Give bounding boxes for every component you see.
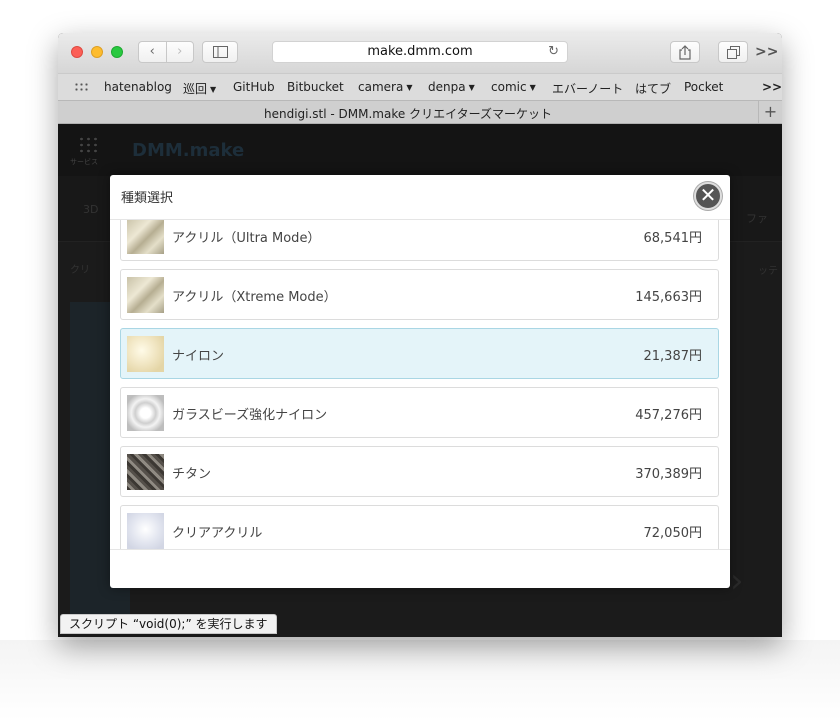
bookmark-comic[interactable]: comic ▼ bbox=[491, 80, 536, 94]
glass-bead-nylon-thumbnail bbox=[127, 395, 164, 431]
top-sites-grid-icon[interactable] bbox=[74, 82, 88, 92]
material-price: 370,389円 bbox=[635, 467, 702, 482]
bookmark-github[interactable]: GitHub bbox=[233, 80, 275, 94]
material-price: 21,387円 bbox=[643, 349, 703, 364]
material-select-modal: 種類選択 ✕ アクリル（Ultra Mode） 68,541円 アクリル（Xtr… bbox=[110, 175, 730, 588]
share-button[interactable] bbox=[670, 41, 700, 63]
new-tab-button[interactable]: + bbox=[758, 101, 782, 123]
bookmark-bitbucket[interactable]: Bitbucket bbox=[287, 80, 344, 94]
site-logo: DMM.make bbox=[132, 140, 245, 161]
browser-toolbar: ‹ › make.dmm.com ↻ >> bbox=[58, 33, 782, 73]
material-price: 145,663円 bbox=[635, 290, 702, 305]
material-row[interactable]: クリアアクリル 72,050円 bbox=[120, 505, 719, 549]
material-price: 68,541円 bbox=[643, 231, 703, 246]
material-row[interactable]: ガラスビーズ強化ナイロン 457,276円 bbox=[120, 387, 719, 438]
bookmark-camera[interactable]: camera ▼ bbox=[358, 80, 412, 94]
modal-title: 種類選択 bbox=[121, 191, 174, 206]
bookmarks-overflow-button[interactable]: >> bbox=[762, 80, 782, 94]
minimize-window-button[interactable] bbox=[91, 46, 103, 58]
bookmarks-bar: hatenablog 巡回 ▼ GitHub Bitbucket camera ▼ … bbox=[58, 73, 782, 100]
chevron-down-icon: ▼ bbox=[210, 85, 217, 94]
acrylic-thumbnail bbox=[127, 277, 164, 313]
breadcrumb: クリ bbox=[70, 265, 90, 276]
show-all-tabs-button[interactable] bbox=[718, 41, 748, 63]
material-row[interactable]: アクリル（Xtreme Mode） 145,663円 bbox=[120, 269, 719, 320]
bookmark-hatenablog[interactable]: hatenablog bbox=[104, 80, 172, 94]
status-text: スクリプト “void(0);” を実行します bbox=[69, 617, 268, 631]
close-icon: ✕ bbox=[699, 183, 717, 207]
sidebar-icon bbox=[212, 46, 228, 58]
history-nav: ‹ › bbox=[138, 41, 194, 63]
address-bar[interactable]: make.dmm.com ↻ bbox=[272, 41, 568, 63]
modal-footer bbox=[110, 550, 730, 588]
forward-button[interactable]: › bbox=[167, 42, 194, 62]
bookmark-hatebu[interactable]: はてブ bbox=[635, 80, 671, 97]
material-row-selected[interactable]: ナイロン 21,387円 bbox=[120, 328, 719, 379]
address-text: make.dmm.com bbox=[367, 44, 473, 59]
service-grid-icon bbox=[78, 136, 98, 154]
breadcrumb-right: ッテ bbox=[758, 266, 778, 277]
zoom-window-button[interactable] bbox=[111, 46, 123, 58]
close-modal-button[interactable]: ✕ bbox=[694, 182, 722, 210]
tab-bar: hendigi.stl - DMM.make クリエイターズマーケット + bbox=[58, 100, 782, 124]
toolbar-overflow-button[interactable]: >> bbox=[755, 44, 778, 60]
back-button[interactable]: ‹ bbox=[139, 42, 166, 62]
background bbox=[0, 640, 840, 720]
bookmark-pocket[interactable]: Pocket bbox=[684, 80, 723, 94]
clear-acrylic-thumbnail bbox=[127, 513, 164, 549]
bookmark-denpa[interactable]: denpa ▼ bbox=[428, 80, 475, 94]
material-list[interactable]: アクリル（Ultra Mode） 68,541円 アクリル（Xtreme Mod… bbox=[110, 219, 730, 550]
service-label: サービス bbox=[70, 158, 98, 166]
chevron-right-icon: › bbox=[730, 561, 744, 601]
share-icon bbox=[679, 44, 691, 60]
material-row[interactable]: アクリル（Ultra Mode） 68,541円 bbox=[120, 220, 719, 261]
material-price: 72,050円 bbox=[643, 526, 703, 541]
material-name: ナイロン bbox=[172, 349, 225, 364]
material-name: アクリル（Xtreme Mode） bbox=[172, 290, 337, 305]
chevron-down-icon: ▼ bbox=[468, 83, 475, 92]
acrylic-thumbnail bbox=[127, 220, 164, 254]
material-price: 457,276円 bbox=[635, 408, 702, 423]
material-name: クリアアクリル bbox=[172, 526, 263, 541]
active-tab[interactable]: hendigi.stl - DMM.make クリエイターズマーケット bbox=[58, 105, 758, 122]
material-name: アクリル（Ultra Mode） bbox=[172, 231, 321, 246]
site-header: サービス DMM.make bbox=[58, 124, 782, 176]
material-name: チタン bbox=[172, 467, 212, 482]
tabs-icon bbox=[726, 45, 740, 59]
material-name: ガラスビーズ強化ナイロン bbox=[172, 408, 328, 423]
reload-icon[interactable]: ↻ bbox=[548, 42, 559, 62]
site-nav-left: 3D bbox=[83, 203, 99, 216]
site-nav-right: ファ bbox=[746, 212, 768, 225]
close-window-button[interactable] bbox=[71, 46, 83, 58]
sidebar-toggle-button[interactable] bbox=[202, 41, 238, 63]
nylon-thumbnail bbox=[127, 336, 164, 372]
bookmark-junkai[interactable]: 巡回 ▼ bbox=[183, 80, 216, 97]
material-row[interactable]: チタン 370,389円 bbox=[120, 446, 719, 497]
chevron-down-icon: ▼ bbox=[529, 83, 536, 92]
status-bar: スクリプト “void(0);” を実行します bbox=[60, 614, 277, 634]
bookmark-evernote[interactable]: エバーノート bbox=[552, 80, 623, 97]
titanium-thumbnail bbox=[127, 454, 164, 490]
chevron-down-icon: ▼ bbox=[406, 83, 413, 92]
